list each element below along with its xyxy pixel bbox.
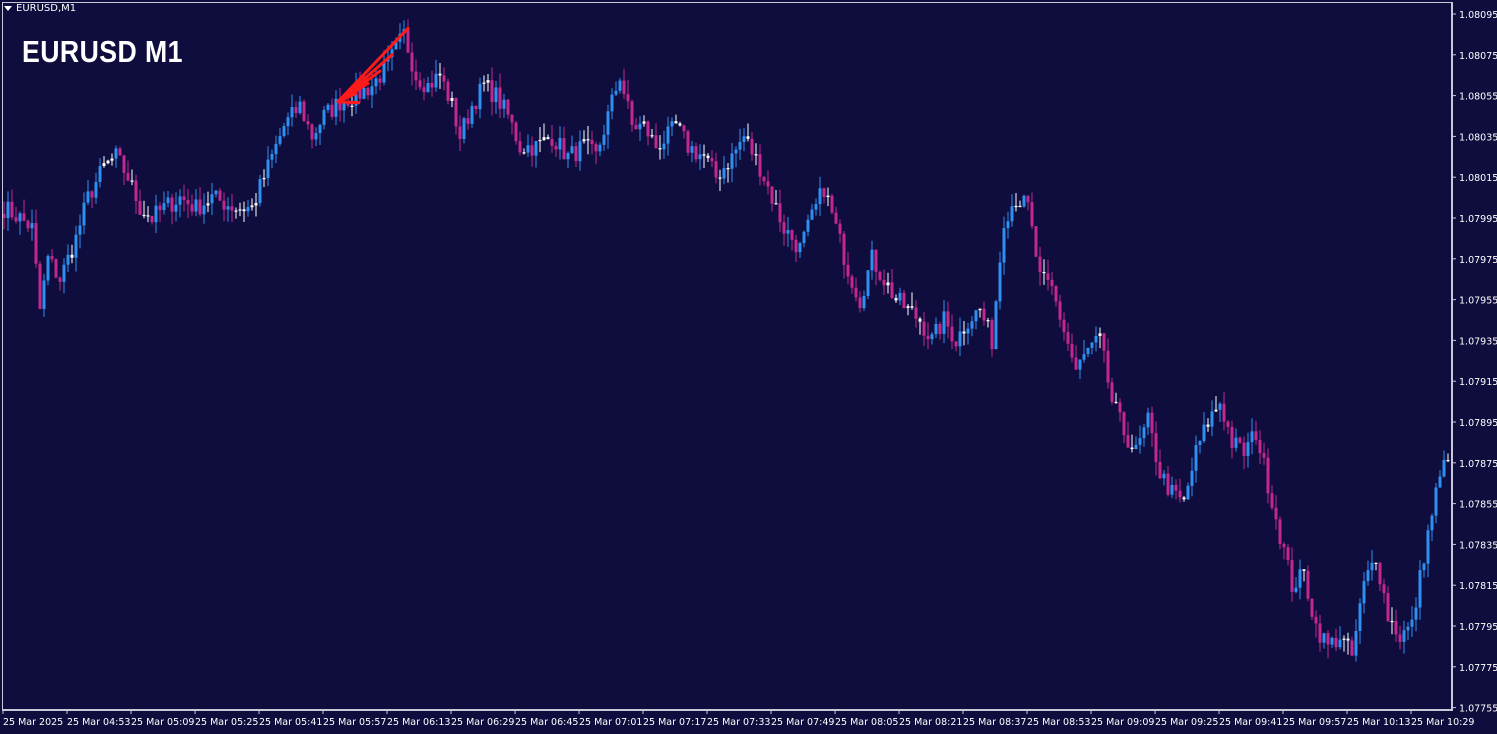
price-tick-label: 1.07895 bbox=[1459, 418, 1497, 429]
price-tick-label: 1.08095 bbox=[1459, 10, 1497, 21]
time-tick-label: 25 Mar 09:57 bbox=[1283, 717, 1346, 728]
price-tick-label: 1.07815 bbox=[1459, 581, 1497, 592]
time-tick-label: 25 Mar 09:09 bbox=[1091, 717, 1154, 728]
time-tick-label: 25 Mar 06:13 bbox=[387, 717, 450, 728]
price-tick-label: 1.07835 bbox=[1459, 540, 1497, 551]
price-axis: 1.08095 1.08075 1.08055 1.08035 1.08015 1.079… bbox=[1452, 2, 1497, 715]
price-tick-label: 1.07955 bbox=[1459, 296, 1497, 307]
time-tick-label: 25 Mar 07:17 bbox=[643, 717, 706, 728]
time-tick-label: 25 Mar 08:37 bbox=[963, 717, 1026, 728]
chevron-down-icon[interactable] bbox=[4, 6, 12, 11]
time-tick-label: 25 Mar 05:09 bbox=[131, 717, 194, 728]
time-tick-label: 25 Mar 05:25 bbox=[195, 717, 258, 728]
time-tick-label: 25 Mar 07:49 bbox=[771, 717, 834, 728]
price-tick-label: 1.07975 bbox=[1459, 255, 1497, 266]
price-tick-label: 1.07775 bbox=[1459, 663, 1497, 674]
time-tick-label: 25 Mar 08:53 bbox=[1027, 717, 1090, 728]
price-tick-label: 1.07795 bbox=[1459, 622, 1497, 633]
chart-title-overlay: EURUSD M1 bbox=[22, 34, 183, 69]
price-tick-label: 1.08035 bbox=[1459, 132, 1497, 143]
price-tick-label: 1.07995 bbox=[1459, 214, 1497, 225]
price-tick-label: 1.07855 bbox=[1459, 500, 1497, 511]
time-tick-label: 25 Mar 07:01 bbox=[579, 717, 642, 728]
time-tick-label: 25 Mar 06:45 bbox=[515, 717, 578, 728]
price-tick-label: 1.07875 bbox=[1459, 459, 1497, 470]
time-tick-label: 25 Mar 05:57 bbox=[323, 717, 386, 728]
time-tick-label: 25 Mar 10:13 bbox=[1347, 717, 1410, 728]
price-tick-label: 1.07935 bbox=[1459, 336, 1497, 347]
time-tick-label: 25 Mar 09:25 bbox=[1155, 717, 1218, 728]
plot-frame bbox=[2, 2, 1452, 710]
time-tick-label: 25 Mar 2025 bbox=[3, 717, 63, 728]
time-tick-label: 25 Mar 10:29 bbox=[1411, 717, 1474, 728]
symbol-label: EURUSD,M1 bbox=[16, 3, 77, 14]
chart-window: 1.08095 1.08075 1.08055 1.08035 1.08015 1.079… bbox=[0, 0, 1497, 734]
price-tick-label: 1.08015 bbox=[1459, 173, 1497, 184]
time-tick-label: 25 Mar 04:53 bbox=[67, 717, 130, 728]
price-tick-label: 1.07915 bbox=[1459, 377, 1497, 388]
price-tick-label: 1.08075 bbox=[1459, 51, 1497, 62]
time-tick-label: 25 Mar 06:29 bbox=[451, 717, 514, 728]
time-tick-label: 25 Mar 08:05 bbox=[835, 717, 898, 728]
time-tick-label: 25 Mar 05:41 bbox=[259, 717, 322, 728]
time-axis: 25 Mar 2025 25 Mar 04:53 25 Mar 05:09 25 Ma… bbox=[2, 710, 1474, 728]
time-tick-label: 25 Mar 09:41 bbox=[1219, 717, 1282, 728]
symbol-bar[interactable]: EURUSD,M1 bbox=[4, 3, 76, 14]
time-tick-label: 25 Mar 07:33 bbox=[707, 717, 770, 728]
price-tick-label: 1.08055 bbox=[1459, 92, 1497, 103]
time-tick-label: 25 Mar 08:21 bbox=[899, 717, 962, 728]
price-tick-label: 1.07755 bbox=[1459, 704, 1497, 715]
